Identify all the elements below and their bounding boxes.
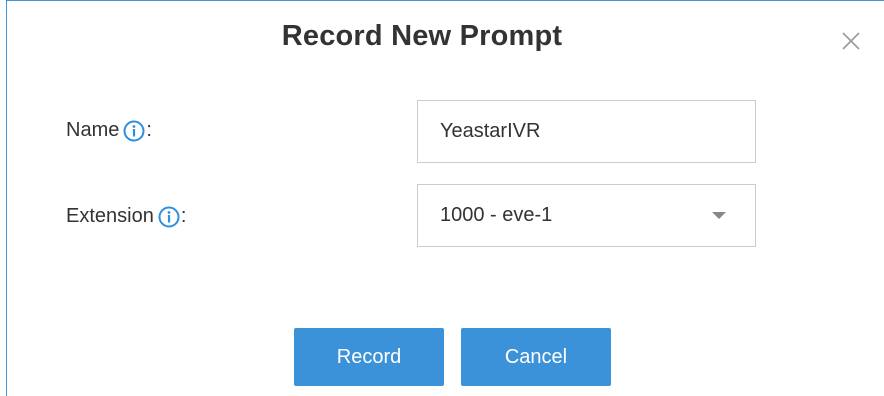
name-label-row: Name : [66, 119, 152, 142]
caret-down-icon [712, 212, 726, 219]
extension-selected-value: 1000 - eve-1 [440, 204, 553, 226]
extension-label: Extension [66, 205, 154, 227]
dialog-border-left [6, 0, 7, 396]
extension-label-row: Extension : [66, 205, 186, 228]
record-button[interactable]: Record [294, 328, 444, 386]
name-input[interactable] [417, 100, 756, 163]
extension-label-colon: : [180, 205, 187, 227]
info-circle-icon[interactable] [123, 120, 145, 142]
extension-select[interactable]: 1000 - eve-1 [417, 184, 756, 247]
name-label: Name [66, 119, 120, 141]
dialog-title: Record New Prompt [281, 20, 563, 52]
name-label-colon: : [146, 119, 152, 141]
info-circle-icon[interactable] [158, 206, 180, 228]
cancel-button[interactable]: Cancel [461, 328, 611, 386]
record-prompt-dialog: Record New Prompt Name : Extension [0, 0, 884, 396]
dialog-border-top [6, 0, 884, 1]
close-icon[interactable] [838, 28, 864, 54]
